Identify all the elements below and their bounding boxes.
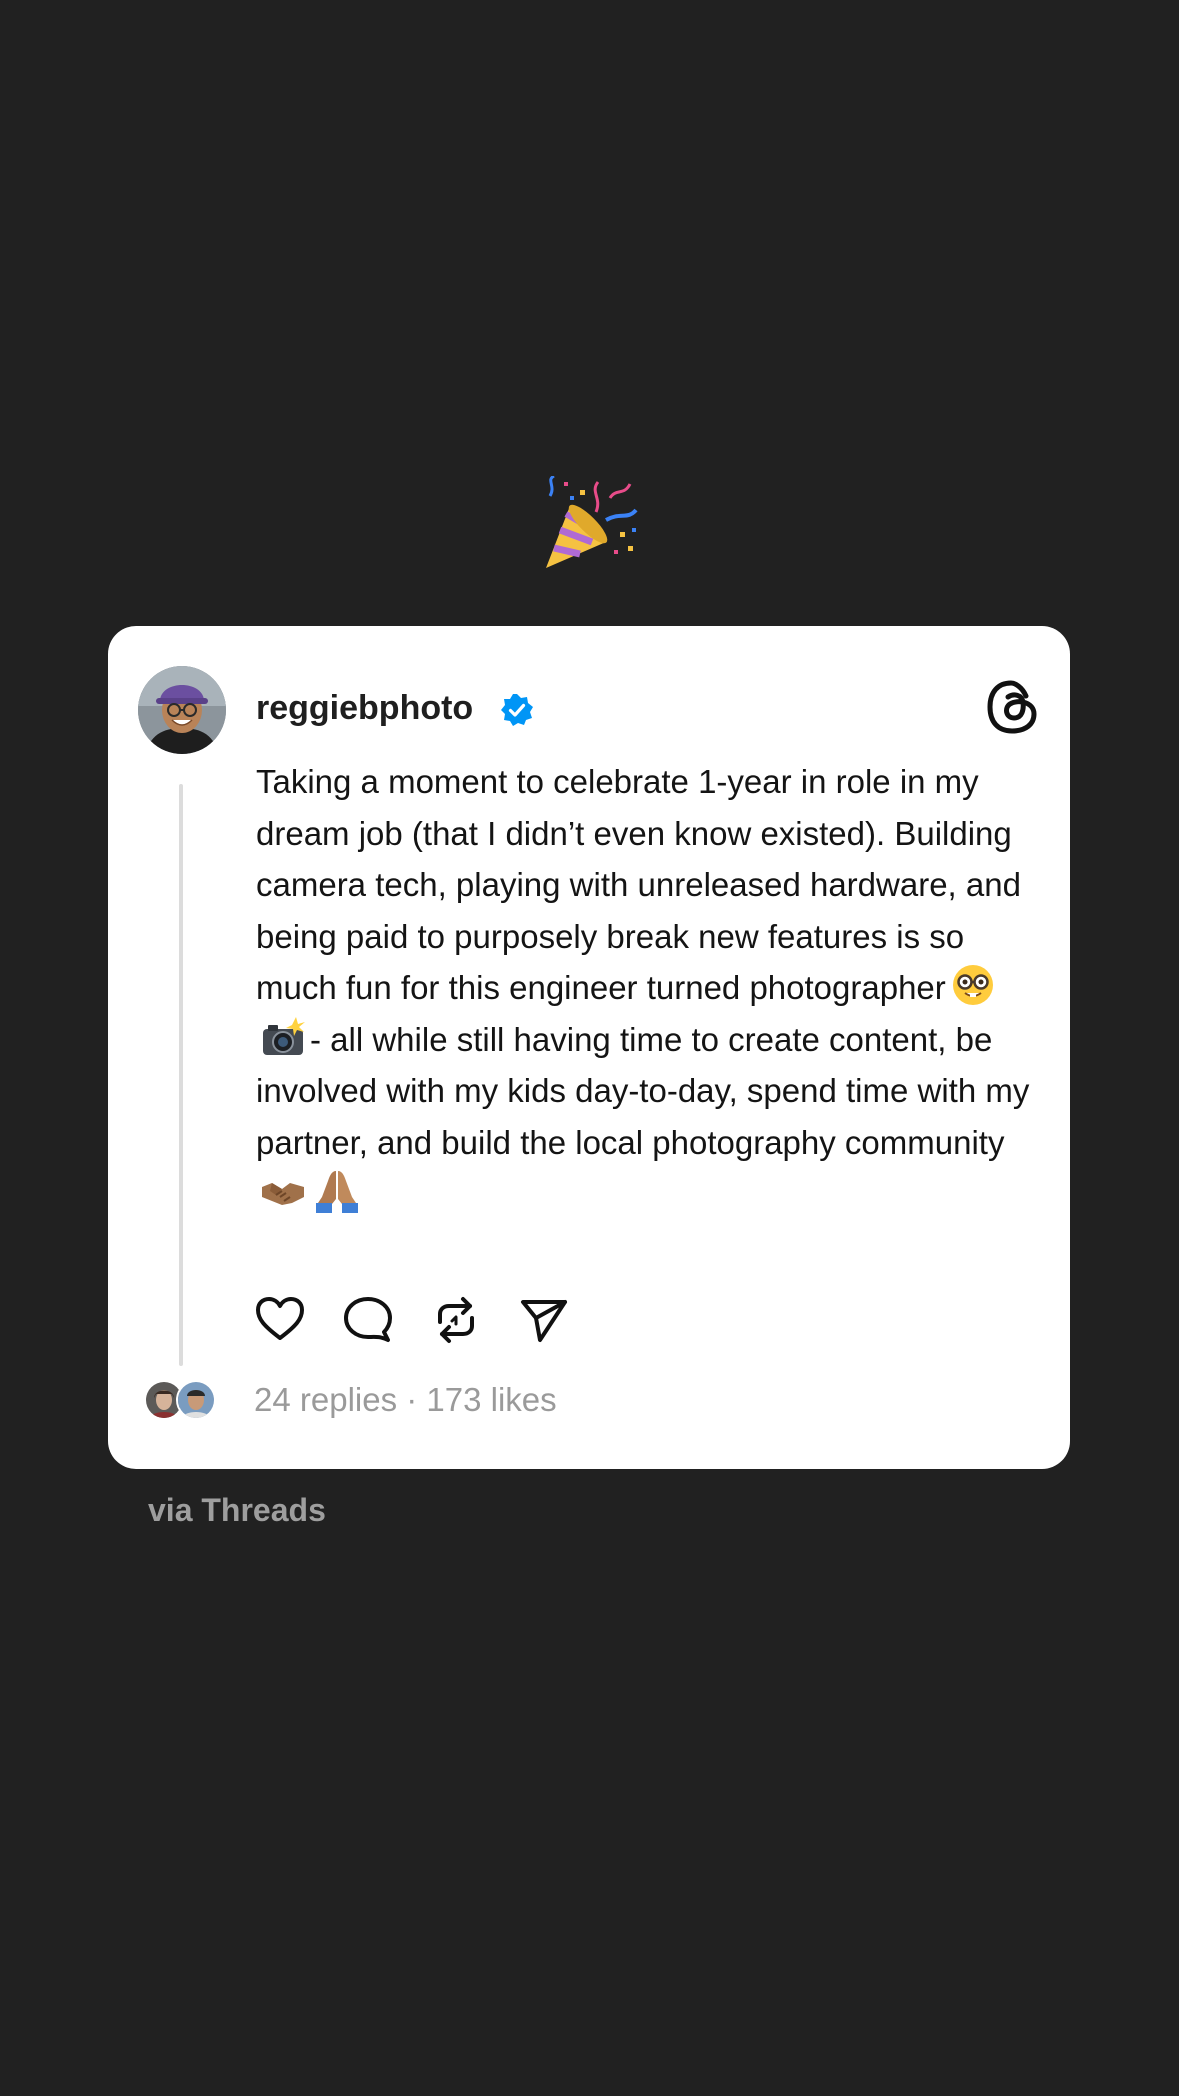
folded-hands-icon [314,1169,360,1213]
via-label: via Threads [148,1492,326,1528]
send-icon[interactable] [518,1294,570,1346]
post-text-part-1: Taking a moment to celebrate 1-year in r… [256,763,1021,1006]
threads-logo-icon[interactable] [984,678,1042,736]
post-text: Taking a moment to celebrate 1-year in r… [256,756,1046,1220]
post-stats[interactable]: 24 replies · 173 likes [254,1380,557,1420]
camera-with-flash-icon [260,1015,306,1059]
verified-badge-icon [500,693,534,727]
post-text-part-2: - all while still having time to create … [256,1020,1030,1161]
post-card[interactable]: reggiebphoto Taking a moment to celebrat… [108,626,1070,1469]
author-avatar[interactable] [138,666,226,754]
comment-bubble-icon[interactable] [342,1294,394,1346]
nerd-face-icon [950,963,996,1007]
reply-avatars [144,1380,220,1420]
thread-line [179,784,183,1366]
reply-avatar [176,1380,216,1420]
heart-icon[interactable] [254,1294,306,1346]
repost-icon[interactable] [430,1294,482,1346]
handshake-icon [260,1169,306,1213]
party-popper-icon [540,474,640,572]
author-username[interactable]: reggiebphoto [256,688,473,728]
